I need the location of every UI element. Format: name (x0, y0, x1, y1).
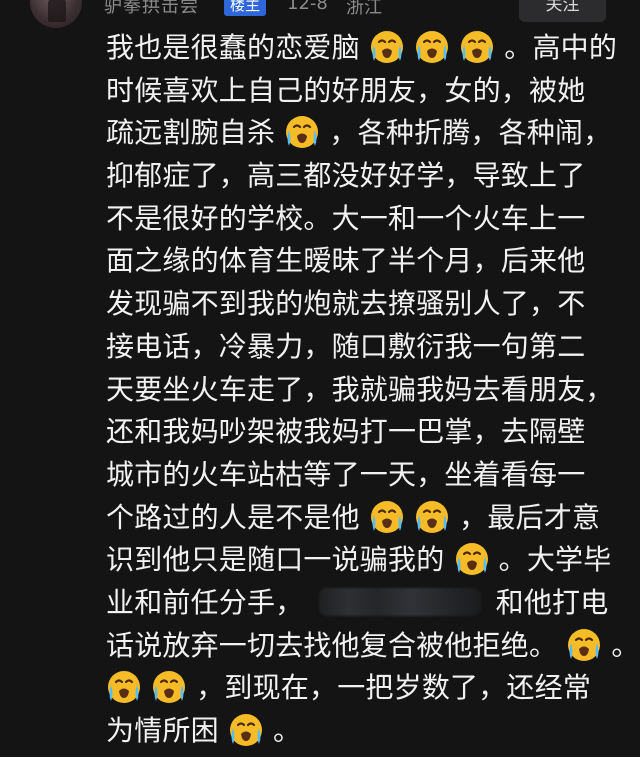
loudly-crying-face-icon (415, 30, 450, 64)
loudly-crying-face-icon (228, 713, 263, 747)
comment-text: 。 (611, 628, 640, 662)
comment-text: 发现骗不到我的炮就去撩骚别人了，不 (106, 287, 586, 321)
comment-region: 浙江 (346, 0, 382, 18)
comment-line: 我也是很蠢的恋爱脑 。高中的 (106, 27, 618, 70)
loudly-crying-face-icon (454, 542, 489, 577)
comment-line: 个路过的人是不是他 ，最后才意 (106, 497, 614, 540)
loudly-crying-face-icon (285, 115, 320, 150)
comment-line: 识到他只是随口一说骗我的 。大学毕 (106, 539, 614, 582)
loudly-crying-face-icon (152, 670, 187, 705)
comment-text: 话说放弃一切去找他复合被他拒绝。 (106, 628, 558, 662)
comment-text: 不是很好的学校。大一和一个火车上一 (106, 201, 586, 235)
comment-text: 业和前任分手， (106, 585, 304, 619)
comment-text: ，各种折腾，各种闹， (329, 116, 612, 150)
comment-text: 城市的火车站枯等了一天，坐着看每一 (106, 457, 586, 491)
comment-text: 为情所困 (106, 714, 219, 747)
loudly-crying-face-icon (415, 499, 450, 534)
comment-line: 抑郁症了，高三都没好好学，导致上了 (106, 155, 614, 198)
comment-line: 不是很好的学校。大一和一个火车上一 (106, 198, 614, 241)
comment-line: 天要坐火车走了，我就骗我妈去看朋友， (106, 369, 614, 412)
comment-text: 。高中的 (504, 31, 618, 64)
comment-header: 驴拳拱击尝 楼主 12-8 浙江 关注 (0, 0, 640, 30)
loudly-crying-face-icon (369, 499, 404, 534)
comment-text: 抑郁症了，高三都没好好学，导致上了 (106, 159, 586, 193)
comment-line: 业和前任分手， 和他打电 (106, 582, 614, 625)
comment-text: 还和我妈吵架被我妈打一巴掌，去隔壁 (106, 415, 586, 449)
comment-line: 发现骗不到我的炮就去撩骚别人了，不 (106, 283, 614, 326)
comment-line: 接电话，冷暴力，随口敷衍我一句第二 (106, 326, 614, 369)
op-badge: 楼主 (224, 0, 267, 16)
comment-line: 话说放弃一切去找他复合被他拒绝。 。 (106, 625, 639, 668)
comment-line: 面之缘的体育生暧昧了半个月，后来他 (106, 240, 614, 283)
comment-text: ，最后才意 (459, 500, 601, 534)
loudly-crying-face-icon (369, 30, 404, 64)
comment-text: 我也是很蠢的恋爱脑 (106, 31, 360, 64)
blurred-redaction (318, 587, 481, 616)
user-avatar[interactable] (30, 0, 82, 28)
comment-text: 识到他只是随口一说骗我的 (106, 543, 445, 577)
comment-screen: 驴拳拱击尝 楼主 12-8 浙江 关注 我也是很蠢的恋爱脑 。高中的 时候喜欢上… (0, 0, 640, 757)
loudly-crying-face-icon (107, 670, 141, 705)
comment-text: ，到现在，一把岁数了，还经常 (196, 671, 592, 705)
comment-line: 城市的火车站枯等了一天，坐着看每一 (106, 454, 614, 497)
comment-text: 。大学毕 (498, 543, 612, 577)
comment-line: 还和我妈吵架被我妈打一巴掌，去隔壁 (106, 411, 614, 454)
avatar-figure (48, 0, 66, 22)
username[interactable]: 驴拳拱击尝 (104, 0, 199, 18)
comment-line: 时候喜欢上自己的好朋友，女的，被她 (106, 70, 614, 113)
comment-body: 我也是很蠢的恋爱脑 。高中的 时候喜欢上自己的好朋友，女的，被她 疏远割腕自杀 … (106, 27, 639, 753)
comment-text: 个路过的人是不是他 (106, 500, 360, 534)
comment-line: ，到现在，一把岁数了，还经常 (106, 667, 614, 710)
comment-text: 面之缘的体育生暧昧了半个月，后来他 (106, 244, 586, 278)
comment-text: 时候喜欢上自己的好朋友，女的，被她 (106, 73, 586, 107)
comment-line: 为情所困 。 (106, 710, 614, 753)
comment-date: 12-8 (287, 0, 328, 14)
loudly-crying-face-icon (567, 627, 602, 662)
comment-text: 接电话，冷暴力，随口敷衍我一句第二 (106, 329, 586, 363)
loudly-crying-face-icon (460, 30, 495, 64)
comment-line: 疏远割腕自杀 ，各种折腾，各种闹， (106, 112, 614, 155)
comment-text: 天要坐火车走了，我就骗我妈去看朋友， (106, 372, 614, 406)
comment-text: 疏远割腕自杀 (106, 116, 276, 150)
comment-text: 。 (273, 714, 302, 747)
comment-text: 和他打电 (495, 585, 609, 619)
follow-button[interactable]: 关注 (519, 0, 606, 22)
